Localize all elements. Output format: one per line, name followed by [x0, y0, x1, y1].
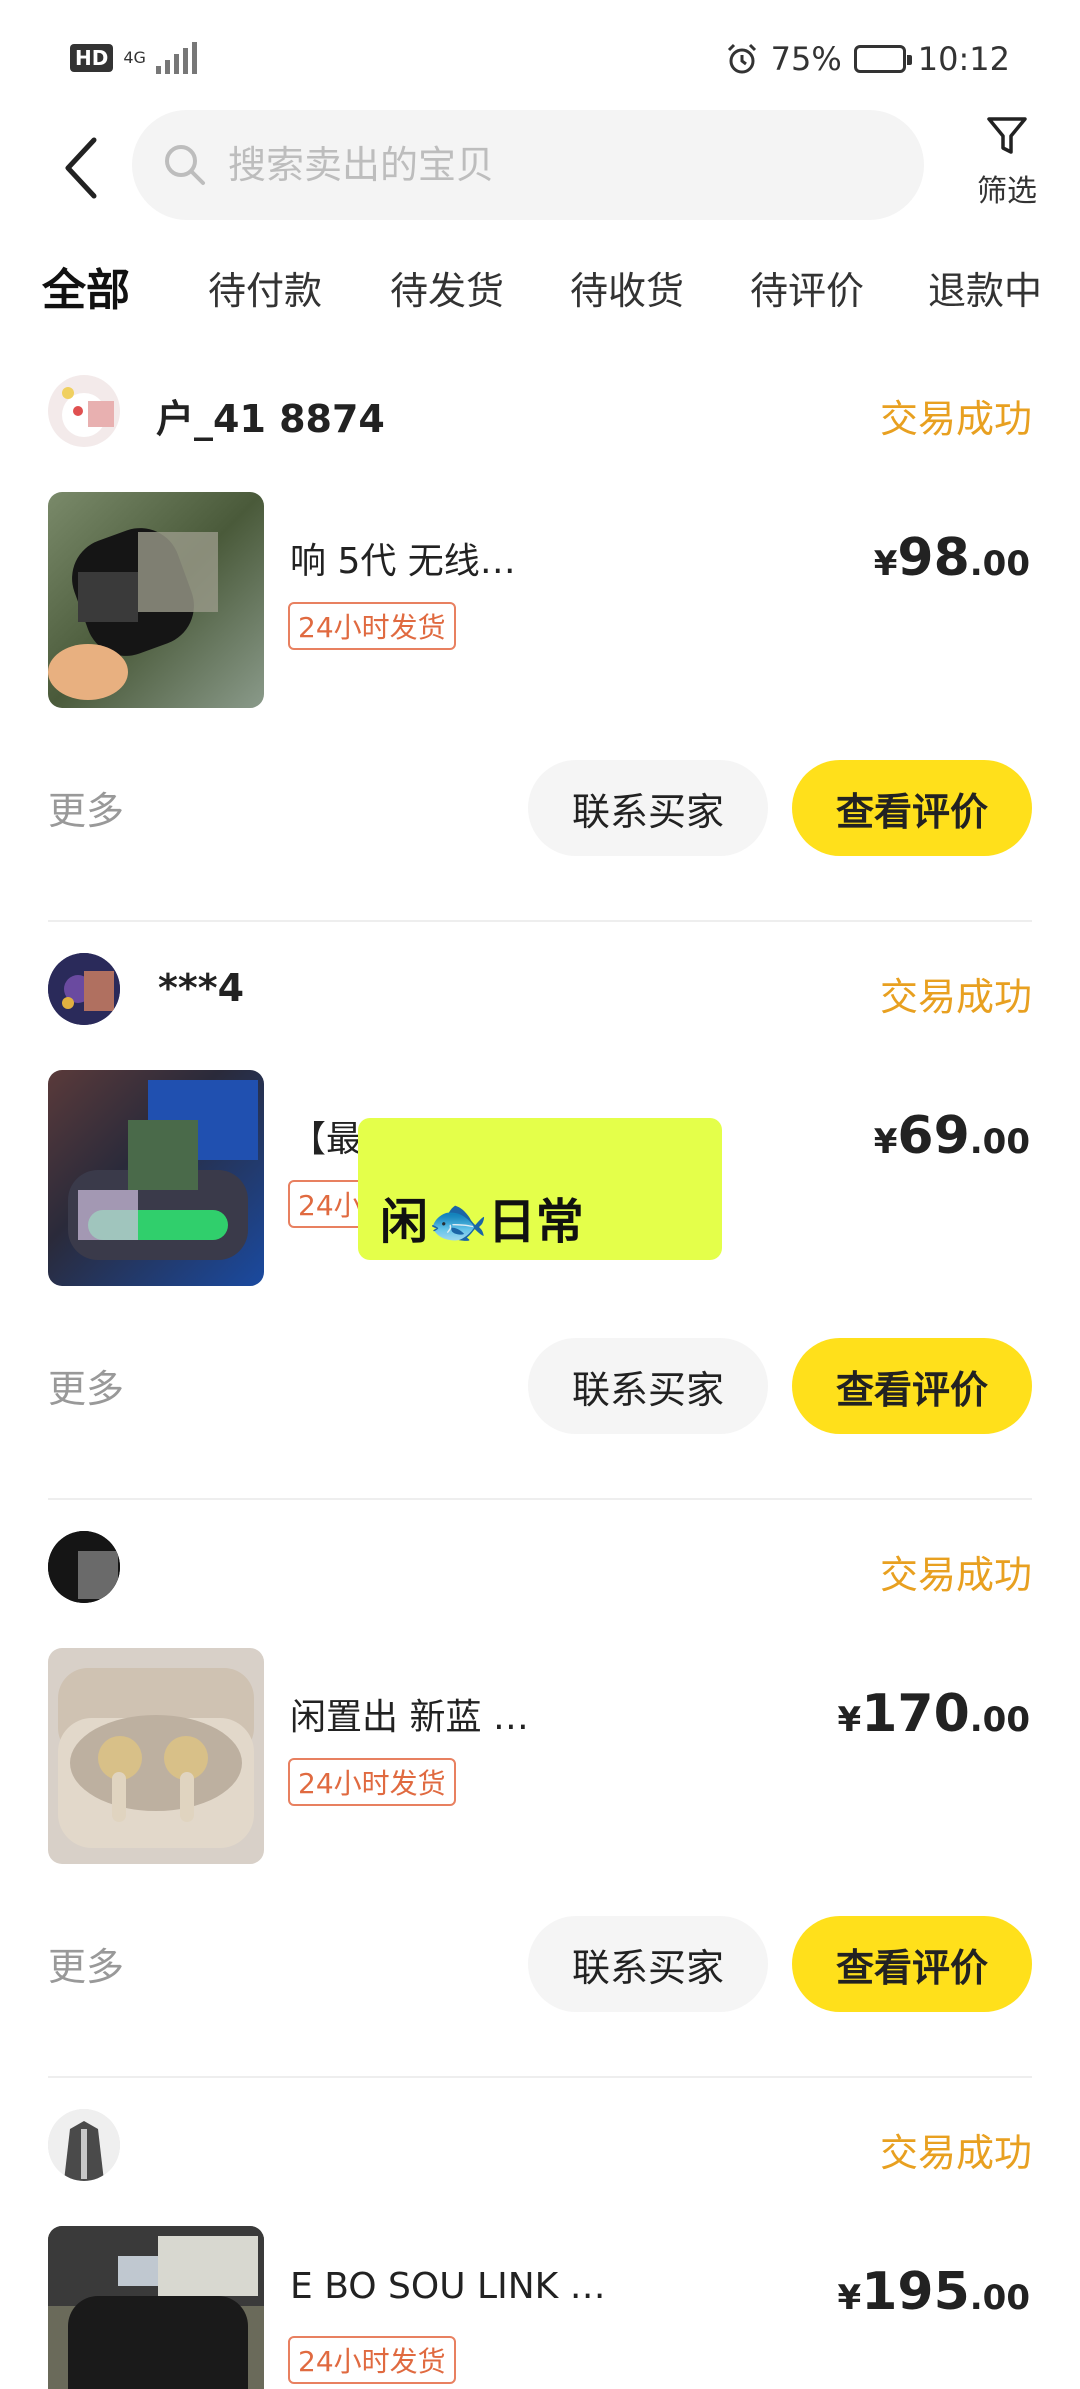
divider [48, 920, 1032, 922]
product-thumbnail[interactable] [48, 2226, 264, 2389]
status-left: HD 4G [70, 42, 197, 74]
buyer-avatar[interactable] [48, 2109, 120, 2181]
more-button[interactable]: 更多 [48, 780, 124, 835]
tab-refunding[interactable]: 退款中 [928, 260, 1042, 315]
tab-pending-payment[interactable]: 待付款 [208, 260, 322, 315]
more-button[interactable]: 更多 [48, 1936, 124, 1991]
order-status: 交易成功 [879, 397, 1032, 441]
tab-pending-review[interactable]: 待评价 [750, 260, 864, 315]
view-review-button[interactable]: 查看评价 [792, 760, 1032, 856]
more-button[interactable]: 更多 [48, 1358, 124, 1413]
shipping-tag: 24小时发货 [288, 1758, 456, 1806]
shipping-tag: 24小时发货 [288, 2336, 456, 2384]
order-card: 交易成功 闲置出 新蓝 … 24小时发货 ¥170.00 更多 联系买家 查看评… [0, 1516, 1080, 2094]
buyer-name[interactable]: 户_41 8874 [156, 388, 385, 443]
signal-icon [155, 42, 197, 74]
view-review-button[interactable]: 查看评价 [792, 1916, 1032, 2012]
product-price: ¥195.00 [837, 2262, 1030, 2322]
network-type: 4G [123, 48, 146, 67]
tab-all[interactable]: 全部 [38, 254, 130, 318]
back-button[interactable] [50, 128, 110, 208]
divider [48, 1498, 1032, 1500]
order-header: 户_41 8874 交易成功 [48, 360, 1032, 450]
order-header: 交易成功 [48, 2094, 1032, 2184]
view-review-button[interactable]: 查看评价 [792, 1338, 1032, 1434]
product-price: ¥98.00 [873, 528, 1030, 588]
order-header: 交易成功 [48, 1516, 1032, 1606]
product-price: ¥170.00 [837, 1684, 1030, 1744]
filter-button[interactable]: 筛选 [962, 114, 1052, 224]
product-thumbnail[interactable] [48, 1648, 264, 1864]
buyer-avatar[interactable] [48, 375, 120, 447]
product-thumbnail[interactable] [48, 1070, 264, 1286]
search-input[interactable] [228, 143, 828, 187]
watermark-text: 闲🐟日常 [380, 1194, 584, 1250]
search-icon [165, 145, 205, 185]
hd-badge: HD [70, 44, 114, 72]
alarm-icon [727, 43, 756, 74]
order-header: ***4 交易成功 [48, 938, 1032, 1028]
tab-pending-shipment[interactable]: 待发货 [390, 260, 504, 315]
product-title[interactable]: E BO SOU LINK … [290, 2266, 830, 2307]
contact-buyer-button[interactable]: 联系买家 [528, 760, 768, 856]
buyer-avatar[interactable] [48, 1531, 120, 1603]
buyer-avatar[interactable] [48, 953, 120, 1025]
battery-icon [853, 45, 912, 73]
order-status: 交易成功 [879, 975, 1032, 1019]
battery-percent: 75% [770, 40, 842, 78]
filter-icon [987, 117, 1027, 154]
watermark-sticker: 闲🐟日常 [358, 1118, 722, 1260]
header: 筛选 [0, 106, 1080, 236]
shipping-tag: 24小时发货 [288, 602, 456, 650]
tab-pending-receipt[interactable]: 待收货 [570, 260, 684, 315]
product-title[interactable]: 闲置出 新蓝 … [290, 1688, 830, 1740]
product-price: ¥69.00 [873, 1106, 1030, 1166]
divider [48, 2076, 1032, 2078]
status-right: 75% 10:12 [725, 40, 1010, 78]
order-status: 交易成功 [879, 1553, 1032, 1597]
chevron-left-icon [65, 137, 97, 199]
buyer-name[interactable]: ***4 [158, 966, 244, 1010]
order-card: 户_41 8874 交易成功 响 5代 无线… 24小时发货 ¥98.00 更多… [0, 360, 1080, 938]
search-bar[interactable] [132, 110, 924, 220]
order-card: 交易成功 E BO SOU LINK … 24小时发货 ¥195.00 [0, 2094, 1080, 2389]
order-status: 交易成功 [879, 2131, 1032, 2175]
contact-buyer-button[interactable]: 联系买家 [528, 1338, 768, 1434]
product-title[interactable]: 响 5代 无线… [290, 532, 830, 584]
filter-label: 筛选 [977, 174, 1037, 209]
contact-buyer-button[interactable]: 联系买家 [528, 1916, 768, 2012]
product-thumbnail[interactable] [48, 492, 264, 708]
clock: 10:12 [917, 40, 1010, 78]
order-tabs: 全部 待付款 待发货 待收货 待评价 退款中 [0, 250, 1080, 330]
